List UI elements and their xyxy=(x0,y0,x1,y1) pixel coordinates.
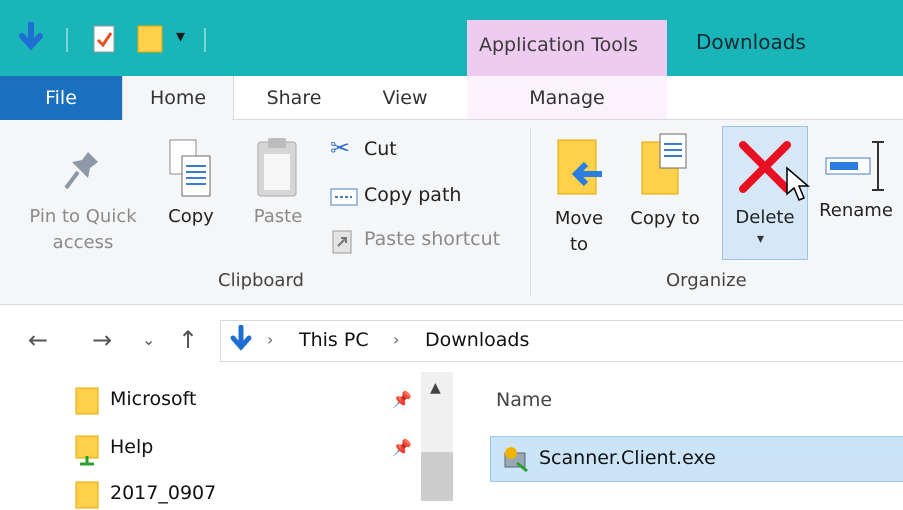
copy-to-icon xyxy=(641,133,687,195)
downloads-location-icon xyxy=(230,325,252,351)
delete-label: Delete xyxy=(735,207,795,228)
pin-icon xyxy=(64,152,98,190)
nav-item-microsoft[interactable]: Microsoft xyxy=(110,388,196,410)
copy-icon xyxy=(169,139,211,197)
paste-icon xyxy=(257,138,297,197)
pin-to-quick-access-button[interactable]: Pin to Quick access xyxy=(10,120,150,266)
column-header-name[interactable]: Name xyxy=(496,389,552,411)
copy-path-label: Copy path xyxy=(364,184,462,206)
organize-group-label: Organize xyxy=(666,270,747,291)
paste-shortcut-label: Paste shortcut xyxy=(364,228,501,250)
pin-icon: 📌 xyxy=(392,438,412,457)
toolbar-divider xyxy=(204,28,206,52)
recent-locations-icon[interactable]: ⌄ xyxy=(142,330,155,349)
file-row-selected[interactable]: Scanner.Client.exe xyxy=(490,436,903,482)
breadcrumb-chevron-icon[interactable]: › xyxy=(267,330,273,349)
scissors-icon: ✂ xyxy=(330,134,351,162)
paste-shortcut-icon xyxy=(332,230,352,254)
group-separator xyxy=(530,128,531,296)
folder-icon xyxy=(75,481,99,509)
back-arrow-icon[interactable]: ← xyxy=(28,326,48,354)
cut-label: Cut xyxy=(364,138,397,160)
address-bar-row: ← → ⌄ ↑ › This PC › Downloads xyxy=(0,306,903,372)
copy-to-button[interactable]: Copy to xyxy=(628,120,702,266)
copy-button[interactable]: Copy xyxy=(156,120,226,266)
ribbon: Pin to Quick access Copy Paste ✂ Cut Cop… xyxy=(0,120,903,305)
nav-item-help[interactable]: Help xyxy=(110,436,153,458)
tab-file[interactable]: File xyxy=(0,76,122,120)
down-arrow-icon[interactable] xyxy=(18,22,44,54)
breadcrumb-chevron-icon[interactable]: › xyxy=(393,330,399,349)
window-title: Downloads xyxy=(696,30,806,54)
breadcrumb-this-pc[interactable]: This PC xyxy=(299,329,369,351)
paste-shortcut-button[interactable]: Paste shortcut xyxy=(326,224,526,256)
folder-green-icon xyxy=(75,435,99,466)
move-to-label: Move to xyxy=(554,208,604,255)
breadcrumb-downloads[interactable]: Downloads xyxy=(425,329,529,351)
context-tab-label: Application Tools xyxy=(479,34,639,56)
forward-arrow-icon[interactable]: → xyxy=(92,326,112,354)
folder-icon xyxy=(75,387,99,415)
copy-path-button[interactable]: Copy path xyxy=(326,180,516,212)
navigation-pane: Microsoft 📌 Help 📌 2017_0907 xyxy=(0,372,455,509)
move-to-button[interactable]: Move to xyxy=(544,120,614,266)
context-tab-group: Application Tools xyxy=(467,20,667,76)
tab-manage[interactable]: Manage xyxy=(480,76,654,120)
rename-icon xyxy=(825,141,884,191)
scrollbar-thumb[interactable] xyxy=(421,452,453,501)
tab-share[interactable]: Share xyxy=(250,76,338,120)
delete-dropdown-icon[interactable]: ▾ xyxy=(757,231,764,247)
copy-path-icon xyxy=(330,188,358,206)
copy-to-label: Copy to xyxy=(630,208,700,229)
file-name: Scanner.Client.exe xyxy=(539,447,716,469)
copy-label: Copy xyxy=(168,206,214,227)
scroll-up-icon[interactable]: ▲ xyxy=(430,380,441,396)
rename-label: Rename xyxy=(819,200,893,221)
toolbar-divider xyxy=(66,28,68,52)
mouse-cursor-icon xyxy=(786,166,811,201)
cut-button[interactable]: ✂ Cut xyxy=(326,134,516,166)
tab-view[interactable]: View xyxy=(362,76,448,120)
customize-toolbar-icon[interactable]: ▾ xyxy=(176,26,185,47)
paste-label: Paste xyxy=(253,206,303,227)
rename-button[interactable]: Rename xyxy=(812,120,900,266)
title-bar: ▾ Application Tools Downloads xyxy=(0,0,903,76)
new-folder-icon[interactable] xyxy=(136,24,166,54)
paste-button[interactable]: Paste xyxy=(242,120,314,266)
properties-icon[interactable] xyxy=(92,24,118,54)
address-input[interactable]: › This PC › Downloads xyxy=(220,320,903,362)
clipboard-group-label: Clipboard xyxy=(218,270,304,291)
pin-icon: 📌 xyxy=(392,390,412,409)
move-to-icon xyxy=(557,139,602,195)
pin-label: Pin to Quick access xyxy=(29,206,137,253)
up-arrow-icon[interactable]: ↑ xyxy=(178,326,198,354)
tab-home[interactable]: Home xyxy=(122,76,234,121)
exe-icon xyxy=(504,447,528,473)
ribbon-tabs: File Home Share View Manage xyxy=(0,76,903,121)
